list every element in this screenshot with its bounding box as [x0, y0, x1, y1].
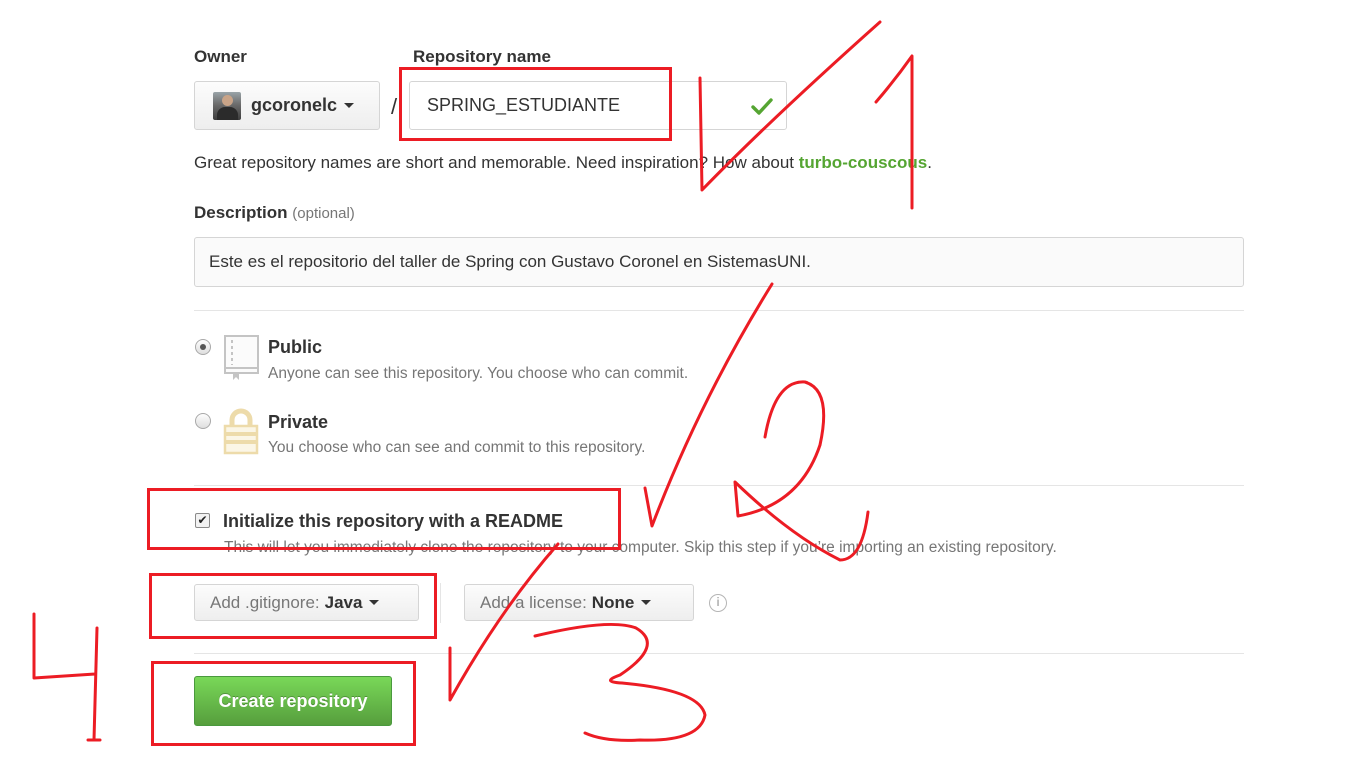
license-prefix: Add a license: [480, 592, 587, 612]
annotation-check-3 [448, 542, 560, 702]
private-desc: You choose who can see and commit to thi… [268, 439, 646, 456]
repo-name-label: Repository name [413, 47, 551, 66]
repo-name-hint: Great repository names are short and mem… [194, 153, 932, 173]
owner-repo-separator: / [391, 94, 398, 119]
lock-icon [223, 408, 259, 455]
info-icon[interactable]: i [709, 594, 727, 612]
avatar [213, 91, 241, 120]
repo-book-icon [224, 335, 259, 380]
public-desc: Anyone can see this repository. You choo… [268, 365, 689, 382]
owner-label: Owner [194, 47, 247, 66]
divider [194, 485, 1244, 486]
handwritten-number-1 [874, 54, 914, 210]
optional-tag: (optional) [292, 205, 355, 222]
public-radio[interactable] [195, 339, 211, 355]
handwritten-number-2 [733, 380, 870, 562]
vertical-divider [440, 583, 441, 623]
license-value: None [591, 592, 635, 612]
handwritten-number-3 [533, 622, 707, 742]
annotation-box-create [151, 661, 416, 746]
description-label: Description (optional) [194, 203, 355, 223]
public-title: Public [268, 337, 323, 357]
caret-down-icon [344, 103, 355, 108]
divider [194, 653, 1244, 654]
private-radio[interactable] [195, 413, 211, 429]
annotation-box-repo-name [399, 67, 672, 141]
handwritten-number-4 [32, 612, 102, 742]
caret-down-icon [641, 600, 652, 605]
description-input[interactable]: Este es el repositorio del taller de Spr… [194, 237, 1244, 287]
license-dropdown[interactable]: Add a license: None [464, 584, 694, 621]
name-suggestion-link[interactable]: turbo-couscous [799, 153, 927, 172]
hint-end: . [927, 153, 932, 172]
divider [194, 310, 1244, 311]
owner-username: gcoronelc [251, 95, 338, 115]
checkmark-icon [751, 98, 773, 115]
description-label-text: Description [194, 203, 288, 222]
annotation-check-2 [643, 282, 774, 528]
private-title: Private [268, 412, 329, 432]
owner-dropdown[interactable]: gcoronelc [194, 81, 380, 130]
annotation-box-readme [147, 488, 621, 550]
annotation-box-gitignore [149, 573, 437, 639]
hint-text: Great repository names are short and mem… [194, 153, 799, 172]
